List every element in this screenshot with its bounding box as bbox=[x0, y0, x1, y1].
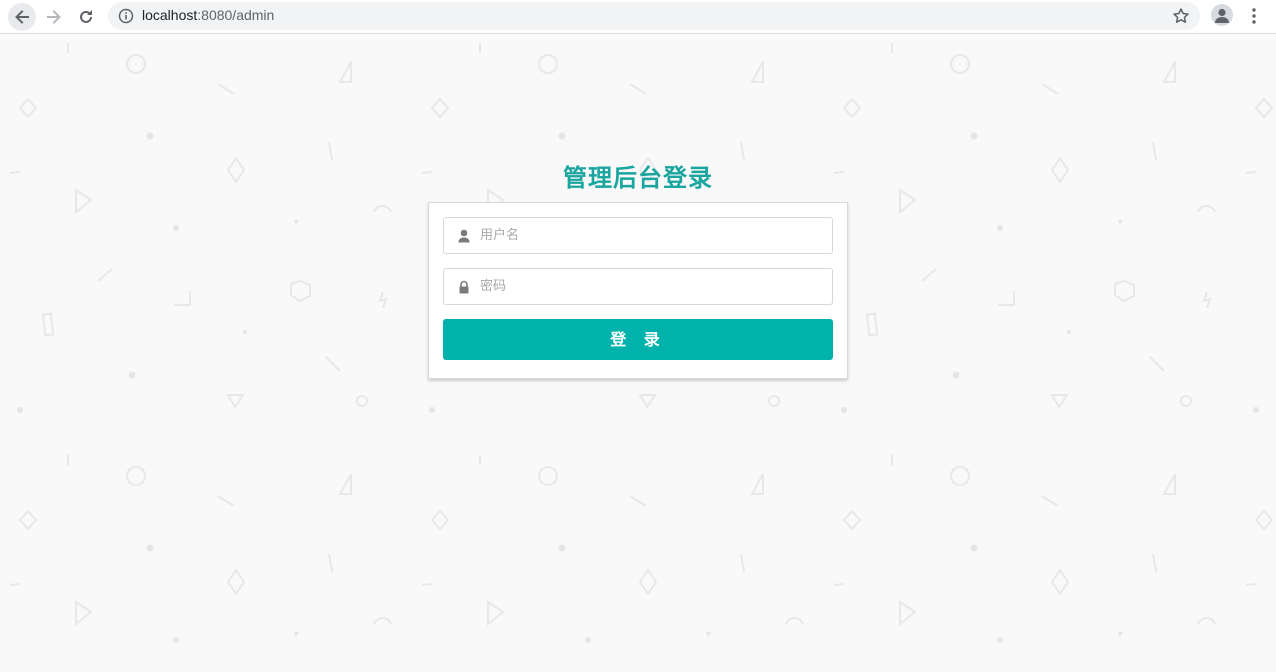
address-bar[interactable]: localhost:8080/admin bbox=[108, 2, 1200, 30]
url-path: :8080/admin bbox=[197, 7, 275, 23]
url-text[interactable]: localhost:8080/admin bbox=[142, 7, 274, 23]
forward-button[interactable] bbox=[40, 3, 68, 31]
profile-avatar-button[interactable] bbox=[1211, 4, 1233, 26]
url-host: localhost bbox=[142, 7, 198, 23]
login-card: 登 录 bbox=[428, 202, 848, 379]
account-icon bbox=[1215, 8, 1229, 23]
bookmark-star-icon[interactable] bbox=[1172, 7, 1190, 25]
reload-icon bbox=[80, 10, 92, 23]
password-input[interactable] bbox=[480, 269, 820, 304]
login-button[interactable]: 登 录 bbox=[443, 319, 833, 360]
more-vertical-icon bbox=[1252, 8, 1256, 24]
password-field[interactable] bbox=[443, 268, 833, 305]
info-icon[interactable] bbox=[118, 8, 134, 24]
username-input[interactable] bbox=[480, 218, 820, 253]
arrow-right-icon bbox=[47, 10, 61, 24]
browser-menu-button[interactable] bbox=[1244, 5, 1264, 27]
login-title: 管理后台登录 bbox=[563, 164, 713, 192]
reload-button[interactable] bbox=[72, 3, 100, 31]
browser-toolbar: localhost:8080/admin bbox=[0, 0, 1276, 34]
user-icon bbox=[458, 229, 470, 243]
back-button[interactable] bbox=[8, 3, 36, 31]
lock-icon bbox=[459, 280, 469, 294]
arrow-left-icon bbox=[15, 10, 29, 24]
username-field[interactable] bbox=[443, 217, 833, 254]
